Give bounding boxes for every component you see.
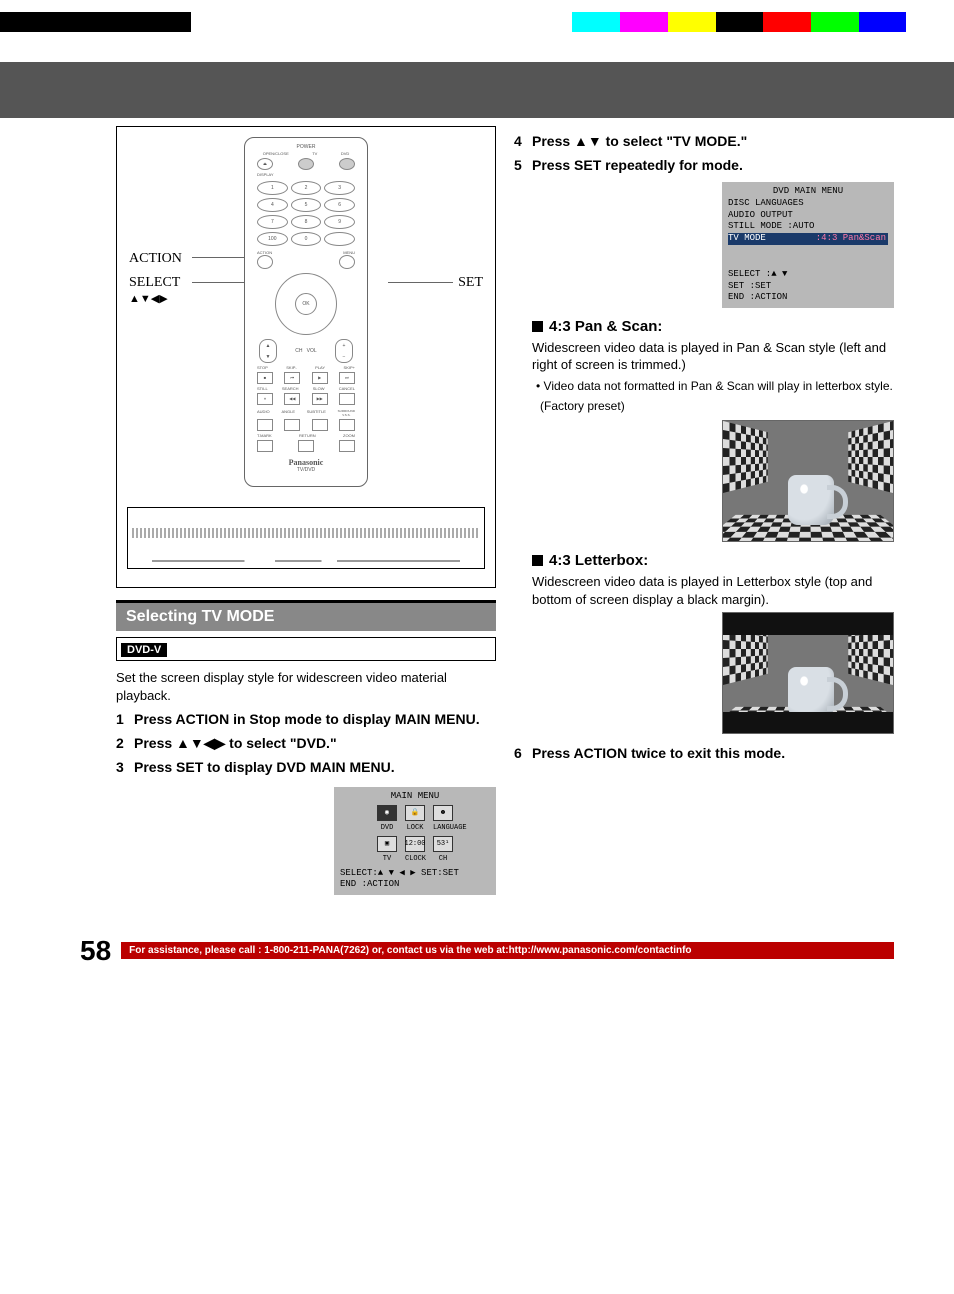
steps-right-bottom: 6Press ACTION twice to exit this mode. [514,744,894,762]
pan-scan-block: 4:3 Pan & Scan: Widescreen video data is… [514,318,894,735]
osd-hl-value: :4:3 Pan&Scan [816,233,888,245]
page-footer: 58 For assistance, please call : 1-800-2… [80,935,894,967]
player-unit-illustration [127,507,485,569]
step-number: 5 [514,156,532,174]
main-menu-osd: MAIN MENU ◉ 🔒 ☻ DVD LOCK LANGUAGE ▣ 12:0… [334,787,496,895]
manual-page: ACTION SELECT ▲▼◀▶ SET POWER OPEN/CLOSET… [0,12,954,1007]
osd-line-highlight: TV MODE :4:3 Pan&Scan [728,233,888,245]
left-column: ACTION SELECT ▲▼◀▶ SET POWER OPEN/CLOSET… [116,126,496,895]
step-text: Press ▲▼ to select "TV MODE." [532,132,747,150]
mode-body: Widescreen video data is played in Pan &… [532,339,894,374]
dvd-icon: ◉ [377,805,397,821]
osd-footer: SELECT :▲ ▼ [728,269,888,281]
remote-brand-sub: TV/DVD [251,467,361,473]
page-number: 58 [80,935,111,967]
calibration-bar [0,12,954,32]
step-number: 6 [514,744,532,762]
factory-preset: (Factory preset) [540,398,894,414]
osd-footer: SET :SET [728,281,888,293]
header-band [0,62,954,118]
callout-select-text: SELECT [129,275,180,290]
tv-icon: ▣ [377,836,397,852]
dpad [275,273,337,335]
step-number: 3 [116,758,134,776]
content-columns: ACTION SELECT ▲▼◀▶ SET POWER OPEN/CLOSET… [0,126,954,895]
step-text: Press ACTION twice to exit this mode. [532,744,785,762]
panscan-illustration [722,420,894,542]
steps-left: 1Press ACTION in Stop mode to display MA… [116,710,496,777]
step-text: Press SET repeatedly for mode. [532,156,743,174]
osd-label: CLOCK [405,855,425,864]
mode-body: Widescreen video data is played in Lette… [532,573,894,608]
osd-line: AUDIO OUTPUT [728,210,888,222]
mode-title-panscan: 4:3 Pan & Scan: [532,318,894,335]
osd-line: DISC LANGUAGES [728,198,888,210]
step-text: Press ▲▼◀▶ to select "DVD." [134,734,337,752]
dvd-main-menu-osd: DVD MAIN MENU DISC LANGUAGES AUDIO OUTPU… [722,182,894,308]
osd-title: MAIN MENU [340,791,490,803]
osd-footer: SELECT:▲ ▼ ◀ ▶ SET:SET [340,868,490,880]
callout-select-arrows: ▲▼◀▶ [129,293,168,305]
callout-set: SET [458,275,483,291]
format-badge-box: DVD-V [116,637,496,661]
steps-right-top: 4Press ▲▼ to select "TV MODE." 5Press SE… [514,132,894,174]
format-badge: DVD-V [121,643,167,657]
osd-label: LOCK [405,824,425,833]
letterbox-illustration [722,612,894,734]
callout-action: ACTION [129,251,182,267]
mode-title-letterbox: 4:3 Letterbox: [532,552,894,569]
step-text: Press ACTION in Stop mode to display MAI… [134,710,480,728]
osd-title: DVD MAIN MENU [728,186,888,198]
language-icon: ☻ [433,805,453,821]
ch-icon: 53¹ [433,836,453,852]
step-number: 1 [116,710,134,728]
step-text: Press SET to display DVD MAIN MENU. [134,758,395,776]
osd-footer: END :ACTION [340,879,490,891]
osd-footer: END :ACTION [728,292,888,304]
osd-label: LANGUAGE [433,824,453,833]
mode-note: Video data not formatted in Pan & Scan w… [532,378,894,394]
leader-line [388,282,453,284]
remote-body: POWER OPEN/CLOSETVDVD ⏏ DISPLAY 123 456 … [244,137,368,487]
osd-label: TV [377,855,397,864]
callout-select: SELECT ▲▼◀▶ [129,275,180,307]
section-intro: Set the screen display style for widescr… [116,669,496,704]
remote-illustration: ACTION SELECT ▲▼◀▶ SET POWER OPEN/CLOSET… [116,126,496,588]
section-title: Selecting TV MODE [116,600,496,631]
right-column: 4Press ▲▼ to select "TV MODE." 5Press SE… [514,126,894,895]
clock-icon: 12:00 [405,836,425,852]
remote-brand: Panasonic [251,458,361,467]
step-number: 4 [514,132,532,150]
osd-hl-label: TV MODE [728,233,766,243]
step-number: 2 [116,734,134,752]
osd-line: STILL MODE :AUTO [728,221,888,233]
lock-icon: 🔒 [405,805,425,821]
osd-label: DVD [377,824,397,833]
osd-label: CH [433,855,453,864]
assistance-banner: For assistance, please call : 1-800-211-… [121,942,894,959]
